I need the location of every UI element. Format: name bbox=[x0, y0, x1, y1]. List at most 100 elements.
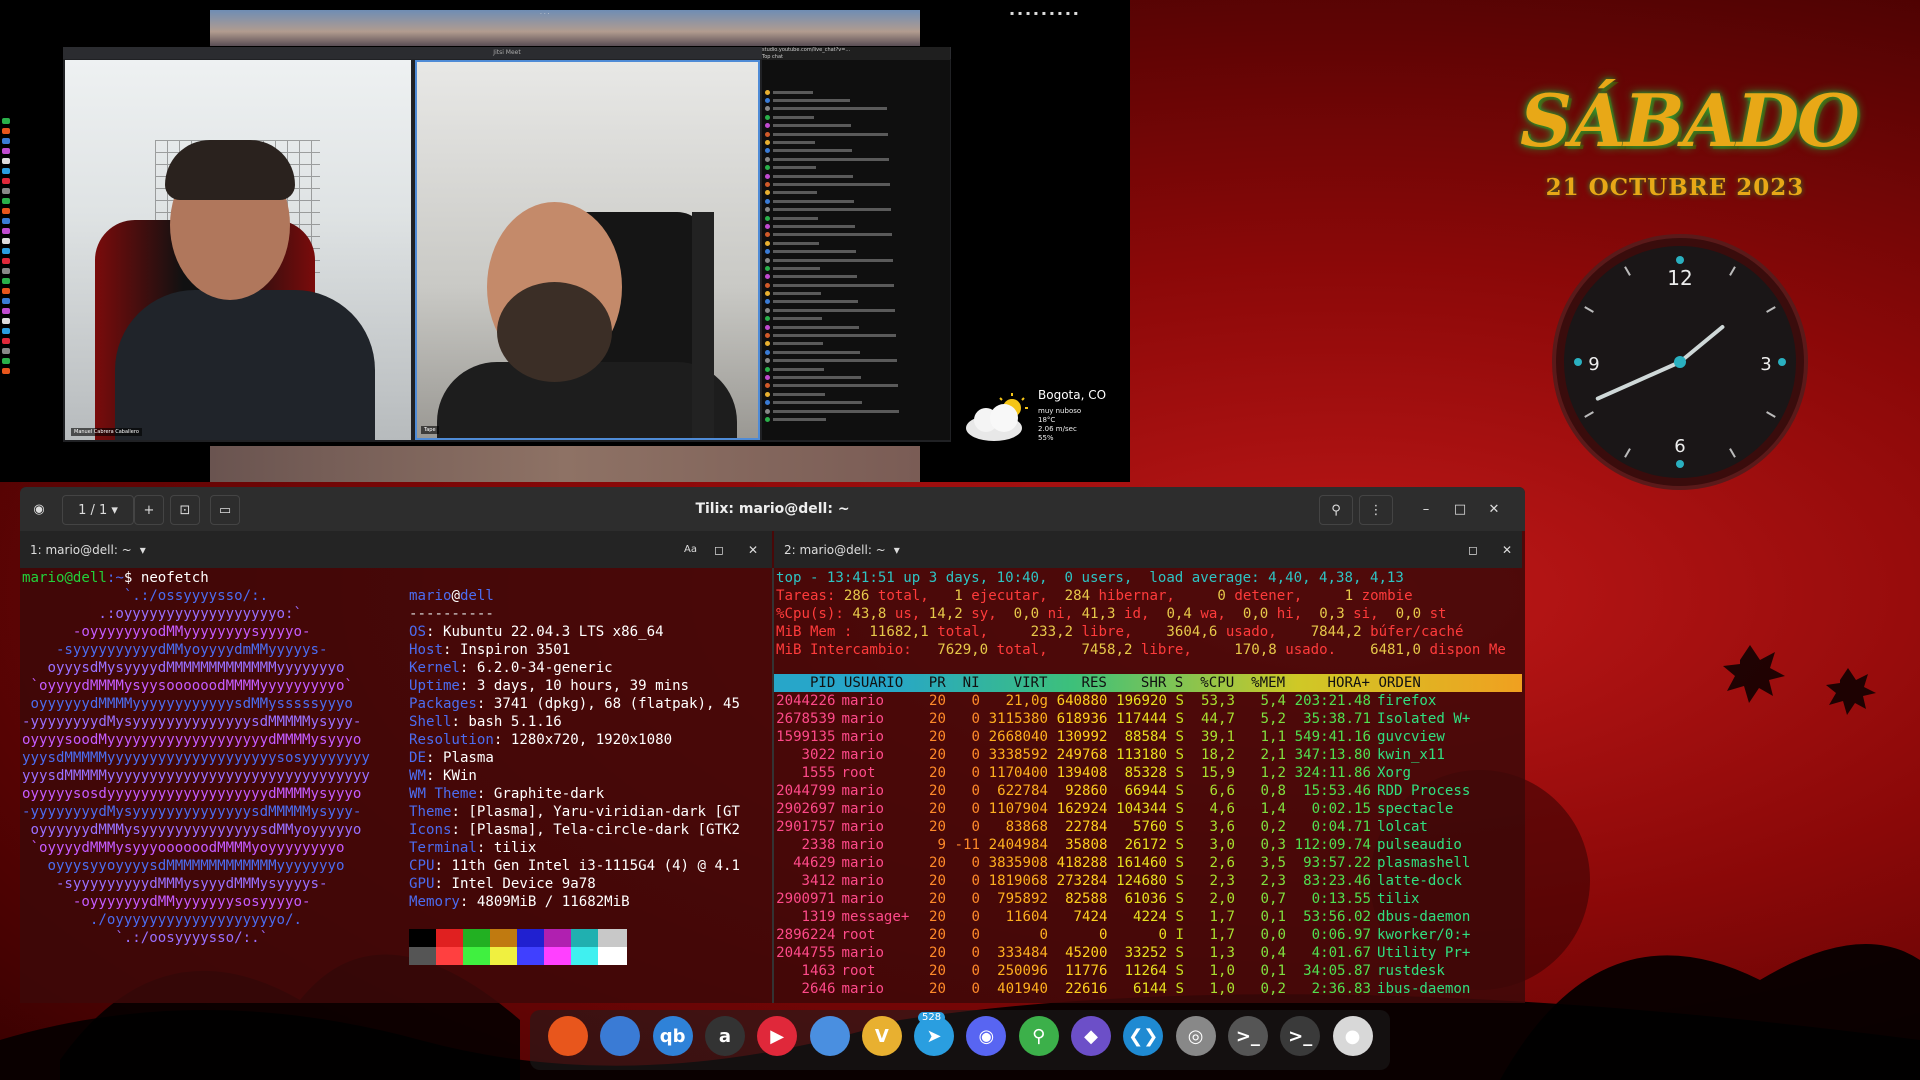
process-s: S bbox=[1175, 819, 1185, 835]
search-icon[interactable]: ⚲ bbox=[1319, 495, 1353, 525]
captured-desktop-bottom bbox=[210, 446, 920, 482]
process-virt: 83868 bbox=[1005, 819, 1048, 835]
process-user: root bbox=[841, 927, 876, 943]
panel-mini-icon bbox=[2, 348, 10, 354]
chat-url: studio.youtube.com/live_chat?v=... bbox=[762, 47, 851, 53]
panel-mini-icon bbox=[2, 328, 10, 334]
session-switcher[interactable]: 1 / 1 ▾ bbox=[62, 495, 134, 525]
obs-icon[interactable]: ● bbox=[1332, 1016, 1373, 1056]
process-row: 3412 mario 20 0 1819068 273284 124680 S 2,3 2,3 83… bbox=[776, 872, 1473, 890]
nf-user: mario bbox=[409, 588, 452, 604]
chat-message bbox=[762, 348, 950, 356]
chevron-down-icon[interactable]: ▾ bbox=[140, 543, 146, 557]
terminal-icon[interactable]: >_ bbox=[1227, 1016, 1268, 1056]
app-menu-icon[interactable]: ◉ bbox=[26, 495, 52, 523]
chat-message bbox=[762, 113, 950, 121]
process-ni: 0 bbox=[971, 963, 981, 979]
minimize-button[interactable]: – bbox=[1413, 495, 1439, 523]
panel-mini-icon bbox=[2, 128, 10, 134]
menu-kebab-icon[interactable]: ⋮ bbox=[1359, 495, 1393, 525]
process-virt: 333484 bbox=[997, 945, 1048, 961]
participant-name-tag: Tape bbox=[421, 426, 439, 434]
files-icon[interactable] bbox=[809, 1016, 850, 1056]
process-mem: 2,3 bbox=[1260, 873, 1286, 889]
add-session-button[interactable]: + bbox=[134, 495, 164, 525]
process-row: 2901757 mario 20 0 83868 22784 5760 S 3,6 0,2 0:04… bbox=[776, 818, 1473, 836]
chevron-down-icon[interactable]: ▾ bbox=[894, 543, 900, 557]
webcam-icon[interactable]: ◎ bbox=[1175, 1016, 1216, 1056]
ubuntu-ascii-logo: `.:/ossyyyysso/:. .:oyyyyyyyyyyyyyyyyyyo… bbox=[22, 587, 370, 947]
palette-swatch bbox=[571, 929, 600, 947]
close-pane-button[interactable]: ✕ bbox=[748, 543, 758, 557]
chat-avatar bbox=[765, 400, 770, 406]
nf-host: dell bbox=[459, 588, 494, 604]
chat-message bbox=[762, 105, 950, 113]
obsidian-icon[interactable]: ◆ bbox=[1071, 1016, 1111, 1056]
split-terminal-button[interactable]: ⊡ bbox=[170, 495, 200, 525]
qbittorrent-icon[interactable]: qb bbox=[652, 1016, 693, 1056]
process-res: 35808 bbox=[1065, 837, 1108, 853]
process-cpu: 4,6 bbox=[1209, 801, 1235, 817]
process-time: 15:53.46 bbox=[1303, 783, 1371, 799]
info-key: Kernel bbox=[409, 660, 460, 676]
pane-2-title[interactable]: 2: mario@dell: ~ bbox=[784, 543, 886, 557]
video-downloader-icon[interactable]: ▶ bbox=[757, 1016, 798, 1056]
process-res: 640880 bbox=[1056, 693, 1108, 709]
process-res: 0 bbox=[1099, 927, 1108, 943]
chat-message bbox=[762, 155, 950, 163]
pane-divider[interactable] bbox=[772, 568, 774, 1003]
process-mem: 0,7 bbox=[1260, 891, 1286, 907]
chat-avatar bbox=[765, 123, 770, 129]
chat-message bbox=[762, 247, 950, 255]
panel-mini-icon bbox=[2, 168, 10, 174]
ascii-art-line: -oyyyyyyyodMMyyyyyyyysyyyyo- bbox=[22, 624, 311, 640]
panel-mini-icon bbox=[2, 178, 10, 184]
chat-message bbox=[762, 281, 950, 289]
chat-message bbox=[762, 340, 950, 348]
chat-avatar bbox=[765, 223, 770, 229]
chat-avatar bbox=[765, 374, 770, 380]
process-user: mario bbox=[841, 837, 884, 853]
info-key: Packages bbox=[409, 696, 477, 712]
info-row: CPU: 11th Gen Intel i3-1115G4 (4) @ 4.1 bbox=[409, 858, 740, 874]
firefox-icon[interactable] bbox=[548, 1016, 588, 1056]
process-ni: 0 bbox=[971, 801, 981, 817]
process-s: S bbox=[1175, 747, 1185, 763]
close-pane-button[interactable]: ✕ bbox=[1502, 543, 1512, 557]
process-pr: 20 bbox=[929, 747, 946, 763]
chat-message bbox=[762, 331, 950, 339]
maps-icon[interactable]: ⚲ bbox=[1018, 1016, 1059, 1056]
anytype-icon[interactable]: a bbox=[704, 1016, 745, 1056]
process-pid: 2896224 bbox=[776, 927, 836, 943]
process-cmd: ibus-daemon bbox=[1377, 981, 1471, 997]
maximize-pane-button[interactable]: ◻ bbox=[1468, 543, 1478, 557]
vivaldi-icon[interactable]: V bbox=[861, 1016, 902, 1056]
process-pr: 20 bbox=[929, 927, 946, 943]
ascii-art-line: oyyyyyydMMMysyyyyyyyyyyyyyysdMMyoyyyyyo bbox=[22, 822, 362, 838]
maximize-pane-button[interactable]: ◻ bbox=[714, 543, 724, 557]
participant-name-tag: Manuel Cabrera Caballero bbox=[71, 428, 142, 436]
palette-swatch bbox=[463, 947, 492, 965]
maximize-button[interactable]: □ bbox=[1447, 495, 1473, 523]
process-pid: 2902697 bbox=[776, 801, 836, 817]
process-s: S bbox=[1175, 909, 1185, 925]
process-cmd: tilix bbox=[1377, 891, 1420, 907]
palette-swatch bbox=[571, 947, 600, 965]
day-of-week: SÁBADO bbox=[1520, 78, 1860, 163]
close-window-button[interactable]: ✕ bbox=[1481, 495, 1507, 523]
process-s: S bbox=[1175, 783, 1185, 799]
process-time: 0:04.71 bbox=[1311, 819, 1371, 835]
pane-1-title[interactable]: 1: mario@dell: ~ bbox=[30, 543, 132, 557]
tilix-icon[interactable]: >_ bbox=[1280, 1016, 1321, 1056]
info-row: Kernel: 6.2.0-34-generic bbox=[409, 660, 613, 676]
process-user: mario bbox=[841, 693, 884, 709]
process-ni: 0 bbox=[971, 981, 981, 997]
font-size-button[interactable]: Aa bbox=[684, 544, 697, 555]
live-chat-panel bbox=[762, 60, 950, 440]
sidebar-toggle-button[interactable]: ▭ bbox=[210, 495, 240, 525]
chat-avatar bbox=[765, 257, 770, 263]
process-virt: 11604 bbox=[1005, 909, 1048, 925]
panel-mini-icon bbox=[2, 198, 10, 204]
process-s: I bbox=[1175, 927, 1185, 943]
process-user: root bbox=[841, 765, 876, 781]
